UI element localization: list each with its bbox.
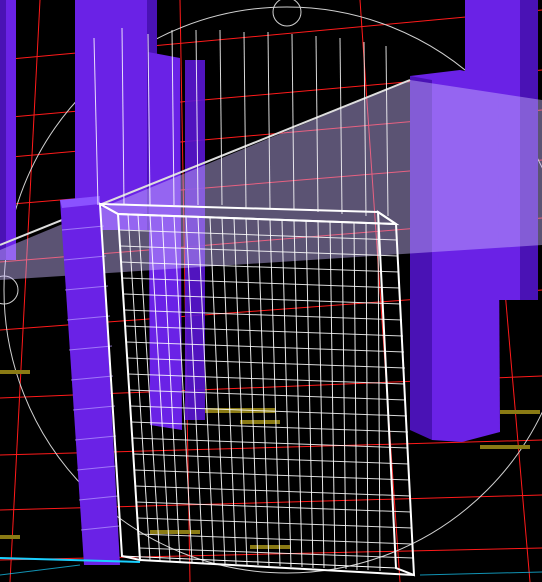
orbit-handle-left xyxy=(0,275,19,305)
3d-viewport[interactable] xyxy=(0,0,542,582)
viewport-canvas[interactable] xyxy=(0,0,542,582)
orbit-handle-top xyxy=(272,0,302,27)
